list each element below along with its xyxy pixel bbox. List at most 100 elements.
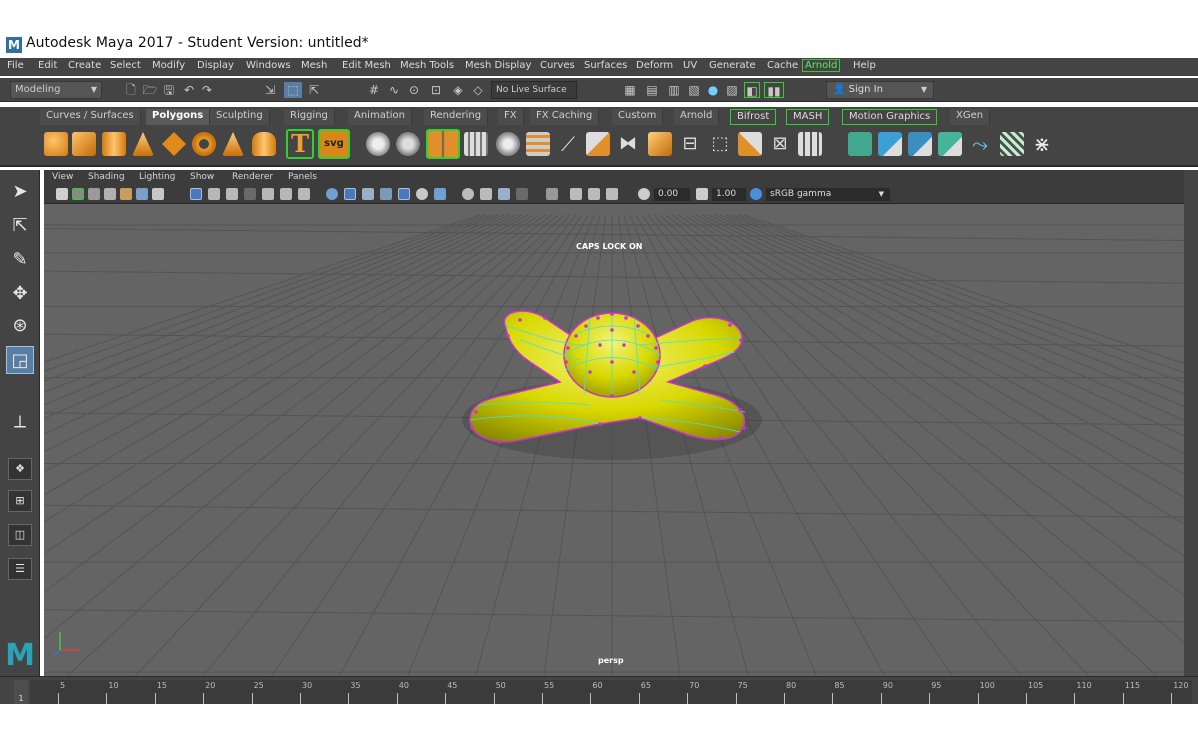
xray-active-icon[interactable] [380, 188, 392, 200]
combine-icon[interactable] [366, 132, 390, 156]
uv-checker-icon[interactable] [1000, 132, 1024, 156]
hud-icon[interactable] [462, 188, 474, 200]
snap-live-icon[interactable]: ◈ [450, 82, 466, 98]
select-tool-icon[interactable]: ➤ [6, 178, 34, 206]
shelf-tab-polygons[interactable]: Polygons [146, 109, 211, 125]
xray-icon[interactable] [344, 188, 356, 200]
insert-edge-loop-icon[interactable]: ⬚ [708, 132, 732, 156]
shelf-tab-mash[interactable]: MASH [786, 109, 830, 125]
new-scene-icon[interactable]: 🗋 [124, 82, 138, 98]
menu-modify[interactable]: Modify [152, 60, 185, 71]
view-transform-dropdown[interactable]: sRGB gamma ▼ [766, 188, 890, 201]
menu-select[interactable]: Select [110, 60, 141, 71]
open-scene-icon[interactable]: 🗁 [142, 82, 158, 98]
poly-pipe-icon[interactable] [252, 132, 276, 156]
camera-sequencer-icon[interactable] [546, 188, 558, 200]
wireframe-icon[interactable] [190, 188, 202, 200]
safe-title-icon[interactable] [588, 188, 600, 200]
poly-torus-icon[interactable] [192, 132, 216, 156]
panel-menu-view[interactable]: View [52, 172, 73, 182]
isolate-select-icon[interactable] [326, 188, 338, 200]
shelf-tab-motion-graphics[interactable]: Motion Graphics [842, 109, 938, 125]
menu-surfaces[interactable]: Surfaces [584, 60, 627, 71]
uv-spherical-icon[interactable] [908, 132, 932, 156]
single-perspective-layout-icon[interactable]: ❖ [8, 458, 32, 480]
quad-draw-icon[interactable]: ⊠ [768, 132, 792, 156]
scale-tool-icon[interactable]: ◲ [6, 346, 34, 374]
menu-arnold[interactable]: Arnold [802, 59, 841, 72]
grid-toggle-icon[interactable] [120, 188, 132, 200]
panel-menu-shading[interactable]: Shading [88, 172, 125, 182]
shelf-tab-sculpting[interactable]: Sculpting [210, 109, 270, 125]
gamma-field[interactable]: 1.00 [712, 188, 746, 201]
average-vertices-icon[interactable] [464, 132, 488, 156]
current-frame-marker[interactable]: 1 [14, 680, 28, 704]
uv-automatic-icon[interactable] [938, 132, 962, 156]
screen-space-ao-icon[interactable] [298, 188, 310, 200]
save-scene-icon[interactable]: 🖫 [162, 82, 176, 98]
uv-cylindrical-icon[interactable] [878, 132, 902, 156]
depth-of-field-icon[interactable] [434, 188, 446, 200]
color-management-icon[interactable] [750, 188, 762, 200]
exposure-icon[interactable] [638, 188, 650, 200]
menu-help[interactable]: Help [853, 60, 876, 71]
image-plane-icon[interactable] [104, 188, 116, 200]
menu-curves[interactable]: Curves [540, 60, 575, 71]
hypershade-icon[interactable]: ● [706, 82, 720, 98]
sidebar-toggle-icon[interactable]: ▮▮ [764, 82, 784, 98]
menu-file[interactable]: File [7, 60, 24, 71]
extrude-icon[interactable] [526, 132, 550, 156]
snap-grid-icon[interactable]: # [366, 82, 382, 98]
menu-edit[interactable]: Edit [38, 60, 57, 71]
snap-plane-icon[interactable]: ◇ [470, 82, 486, 98]
shelf-tab-curves-surfaces[interactable]: Curves / Surfaces [40, 109, 141, 125]
planar-map-icon[interactable] [798, 132, 822, 156]
safe-action-icon[interactable] [570, 188, 582, 200]
exposure-field[interactable]: 0.00 [654, 188, 690, 201]
wireframe-on-shaded-icon[interactable] [226, 188, 238, 200]
camera-attributes-icon[interactable] [72, 188, 84, 200]
sign-in-dropdown[interactable]: 👤 Sign In ▼ [826, 81, 934, 99]
shelf-tab-fx[interactable]: FX [498, 109, 524, 125]
snap-curve-icon[interactable]: ∿ [386, 82, 402, 98]
menu-generate[interactable]: Generate [709, 60, 756, 71]
panel-menu-panels[interactable]: Panels [288, 172, 317, 182]
resolution-gate-icon[interactable] [152, 188, 164, 200]
lasso-tool-icon[interactable]: ⇱ [6, 212, 34, 240]
render-frame-icon[interactable]: ▤ [644, 82, 660, 98]
fill-hole-icon[interactable]: ⊟ [678, 132, 702, 156]
textured-icon[interactable] [244, 188, 256, 200]
bridge-icon[interactable]: ⧓ [616, 132, 640, 156]
menu-set-dropdown[interactable]: Modeling ▼ [10, 81, 102, 99]
shelf-tab-animation[interactable]: Animation [348, 109, 412, 125]
menu-mesh-display[interactable]: Mesh Display [465, 60, 531, 71]
uv-shell-icon[interactable]: ⋇ [1030, 132, 1054, 156]
outliner-layout-icon[interactable]: ☰ [8, 558, 32, 580]
rotate-tool-icon[interactable]: ⊛ [6, 312, 34, 340]
menu-cache[interactable]: Cache [767, 60, 798, 71]
shelf-tab-custom[interactable]: Custom [612, 109, 664, 125]
menu-create[interactable]: Create [68, 60, 101, 71]
bookmark-icon[interactable] [88, 188, 100, 200]
perspective-viewport[interactable] [44, 204, 1184, 676]
poly-type-icon[interactable]: T [286, 129, 314, 159]
gamma-icon[interactable] [696, 188, 708, 200]
arnold-render-icon[interactable]: ▨ [724, 82, 740, 98]
paint-select-icon[interactable]: ✎ [6, 246, 34, 274]
panel-menu-show[interactable]: Show [190, 172, 214, 182]
multisample-aa-icon[interactable] [416, 188, 428, 200]
two-pane-layout-icon[interactable]: ◫ [8, 524, 32, 546]
use-all-lights-icon[interactable] [262, 188, 274, 200]
shelf-tab-arnold[interactable]: Arnold [674, 109, 720, 125]
select-component-icon[interactable]: ⇱ [306, 82, 322, 98]
film-gate-icon[interactable] [136, 188, 148, 200]
uv-planar-icon[interactable] [848, 132, 872, 156]
ipr-render-icon[interactable]: ▥ [666, 82, 682, 98]
menu-windows[interactable]: Windows [246, 60, 291, 71]
xray-joints-icon[interactable] [362, 188, 374, 200]
select-hierarchy-icon[interactable]: ⇲ [262, 82, 278, 98]
viewport-two-icon[interactable] [516, 188, 528, 200]
select-object-icon[interactable]: ⬚ [284, 82, 302, 98]
ambient-occlusion-icon[interactable] [480, 188, 492, 200]
last-tool-icon[interactable]: ⟂ [6, 408, 34, 436]
